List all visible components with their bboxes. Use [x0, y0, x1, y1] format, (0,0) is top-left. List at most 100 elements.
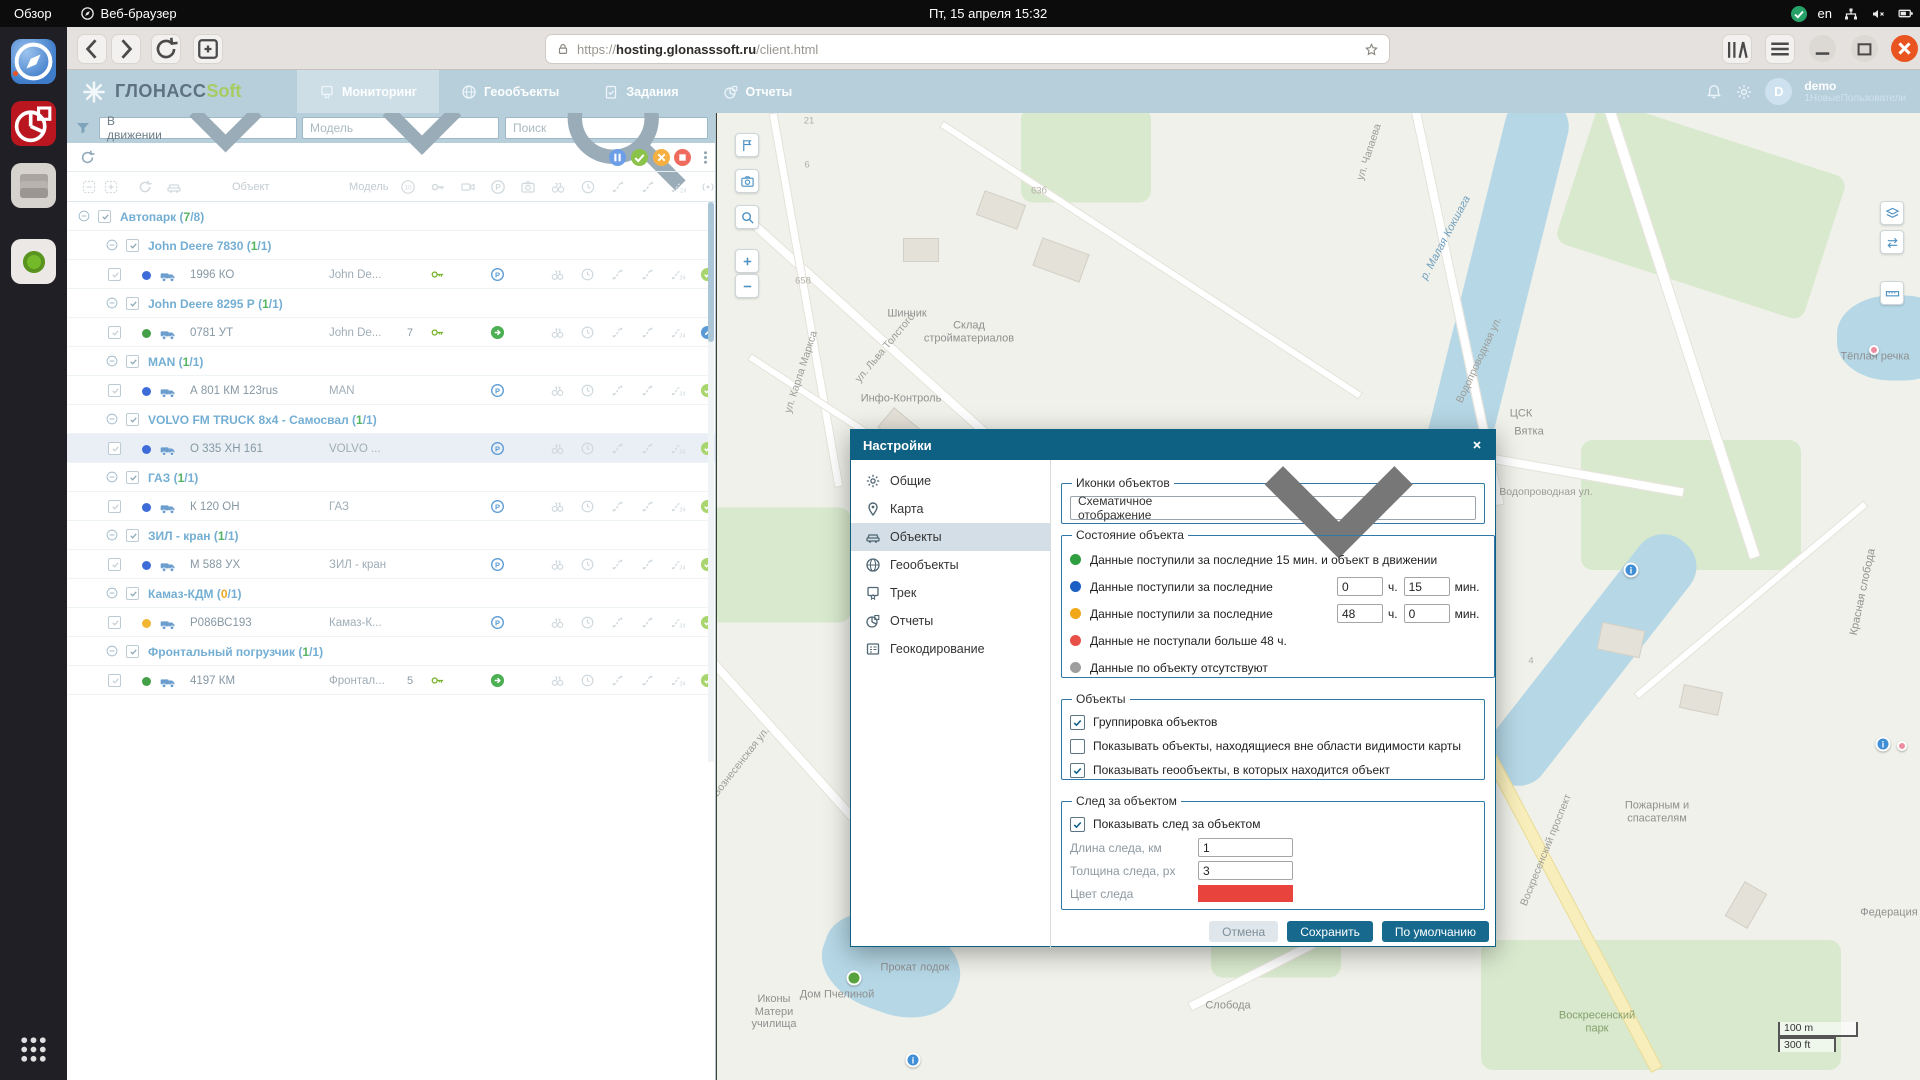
- list-scrollbar[interactable]: [708, 202, 714, 762]
- track24-icon[interactable]: 24: [670, 615, 685, 630]
- map-snapshot-tool-icon[interactable]: [735, 169, 759, 193]
- check-row[interactable]: Группировка объектов: [1070, 710, 1476, 734]
- field-input[interactable]: [1198, 861, 1293, 880]
- ignition-icon[interactable]: [430, 325, 445, 340]
- track24-icon[interactable]: 24: [670, 383, 685, 398]
- parking-icon[interactable]: P: [490, 383, 505, 398]
- column-object[interactable]: Объект: [232, 181, 269, 193]
- group-row[interactable]: Фронтальный погрузчик (1/1): [67, 637, 715, 666]
- speed-column-icon[interactable]: 10: [400, 179, 416, 195]
- collapse-icon[interactable]: [105, 354, 119, 368]
- clock[interactable]: Пт, 15 апреля 15:32: [929, 0, 1047, 27]
- map-zoom-out-button[interactable]: [735, 274, 759, 298]
- minutes-input[interactable]: [1404, 604, 1450, 623]
- track24-icon[interactable]: 24: [670, 325, 685, 340]
- map-zoom-in-button[interactable]: [735, 249, 759, 273]
- history-column-icon[interactable]: [580, 179, 596, 195]
- group-row[interactable]: VOLVO FM TRUCK 8x4 - Самосвал (1/1): [67, 405, 715, 434]
- dialog-nav-Геообъекты[interactable]: Геообъекты: [851, 551, 1050, 579]
- track2-icon[interactable]: [640, 673, 655, 688]
- watch-icon[interactable]: [550, 615, 565, 630]
- parking-column-icon[interactable]: P: [490, 179, 506, 195]
- track-column-icon[interactable]: [610, 179, 626, 195]
- model-filter-select[interactable]: Модель: [302, 117, 499, 139]
- hours-input[interactable]: [1337, 604, 1383, 623]
- show-apps-icon[interactable]: [17, 1033, 50, 1066]
- parking-icon[interactable]: P: [490, 615, 505, 630]
- hours-input[interactable]: [1337, 577, 1383, 596]
- vehicle-checkbox[interactable]: [108, 674, 121, 687]
- search-input[interactable]: Поиск: [505, 117, 708, 139]
- history-icon[interactable]: [580, 673, 595, 688]
- map-marker-blue[interactable]: i: [906, 1053, 921, 1068]
- checkbox[interactable]: [1070, 817, 1085, 832]
- restore-button[interactable]: [1851, 35, 1878, 62]
- track-icon[interactable]: [610, 499, 625, 514]
- field-input[interactable]: [1198, 838, 1293, 857]
- notifications-icon[interactable]: [1705, 83, 1723, 101]
- vehicle-checkbox[interactable]: [108, 558, 121, 571]
- moving-icon[interactable]: [490, 325, 505, 340]
- dialog-nav-Карта[interactable]: Карта: [851, 495, 1050, 523]
- checkbox[interactable]: [1070, 715, 1085, 730]
- collapse-icon[interactable]: [105, 238, 119, 252]
- activities-button[interactable]: Обзор: [0, 0, 66, 27]
- checkbox[interactable]: [1070, 739, 1085, 754]
- group-row[interactable]: MAN (1/1): [67, 347, 715, 376]
- track-icon[interactable]: [610, 383, 625, 398]
- group-checkbox[interactable]: [126, 587, 139, 600]
- dialog-close-icon[interactable]: [1469, 437, 1485, 453]
- vehicle-name[interactable]: 0781 УТ: [190, 327, 233, 339]
- dialog-nav-Общие[interactable]: Общие: [851, 467, 1050, 495]
- watch-icon[interactable]: [550, 267, 565, 282]
- save-button[interactable]: Сохранить: [1287, 921, 1373, 942]
- vehicle-checkbox[interactable]: [108, 384, 121, 397]
- history-icon[interactable]: [580, 267, 595, 282]
- group-name[interactable]: VOLVO FM TRUCK 8x4 - Самосвал (1/1): [148, 413, 377, 427]
- group-row[interactable]: John Deere 8295 Р (1/1): [67, 289, 715, 318]
- system-tray[interactable]: en: [1791, 0, 1914, 27]
- vehicle-name[interactable]: М 588 УХ: [190, 559, 240, 571]
- ignition-column-icon[interactable]: [430, 179, 446, 195]
- status-ok-icon[interactable]: [631, 149, 648, 166]
- status-stop-icon[interactable]: [674, 149, 691, 166]
- forward-button[interactable]: [111, 34, 141, 64]
- track-icon[interactable]: [610, 441, 625, 456]
- history-icon[interactable]: [580, 557, 595, 572]
- dialog-nav-Трек[interactable]: Трек: [851, 579, 1050, 607]
- vehicle-checkbox[interactable]: [108, 326, 121, 339]
- status-warn-icon[interactable]: [653, 149, 670, 166]
- watch-icon[interactable]: [550, 557, 565, 572]
- vehicle-checkbox[interactable]: [108, 616, 121, 629]
- tab-Задания[interactable]: Задания: [581, 70, 700, 113]
- vehicle-name[interactable]: 1996 КО: [190, 269, 234, 281]
- photo-column-icon[interactable]: [520, 179, 536, 195]
- parking-icon[interactable]: P: [490, 557, 505, 572]
- track2-icon[interactable]: [640, 499, 655, 514]
- group-checkbox[interactable]: [98, 210, 111, 223]
- vehicle-row[interactable]: К 120 ОНГАЗP24: [67, 492, 715, 521]
- status-paused-icon[interactable]: [609, 149, 626, 166]
- vehicle-row[interactable]: 4197 КМФронтал...524: [67, 666, 715, 695]
- collapse-icon[interactable]: [105, 412, 119, 426]
- group-name[interactable]: John Deere 7830 (1/1): [148, 239, 271, 253]
- vehicle-checkbox[interactable]: [108, 442, 121, 455]
- track24-icon[interactable]: 24: [670, 441, 685, 456]
- vehicle-row[interactable]: О 335 ХН 161VOLVO ...P24: [67, 434, 715, 463]
- group-checkbox[interactable]: [126, 645, 139, 658]
- map-measure-icon[interactable]: [1880, 281, 1904, 305]
- column-model[interactable]: Модель: [349, 181, 388, 193]
- map-marker-pink[interactable]: [1869, 345, 1879, 355]
- history-icon[interactable]: [580, 383, 595, 398]
- default-button[interactable]: По умолчанию: [1382, 921, 1489, 942]
- vehicle-row[interactable]: 1996 КОJohn De...P24: [67, 260, 715, 289]
- map-marker-blue[interactable]: i: [1624, 563, 1639, 578]
- collapse-icon[interactable]: [105, 296, 119, 310]
- library-button[interactable]: [1722, 34, 1752, 64]
- collapse-icon[interactable]: [77, 209, 91, 223]
- keyboard-layout[interactable]: en: [1818, 6, 1832, 21]
- group-row[interactable]: ГАЗ (1/1): [67, 463, 715, 492]
- vehicle-row[interactable]: Р086ВС193Камаз-К...P24: [67, 608, 715, 637]
- new-tab-button[interactable]: [193, 34, 223, 64]
- dock-browser-icon[interactable]: [11, 39, 56, 84]
